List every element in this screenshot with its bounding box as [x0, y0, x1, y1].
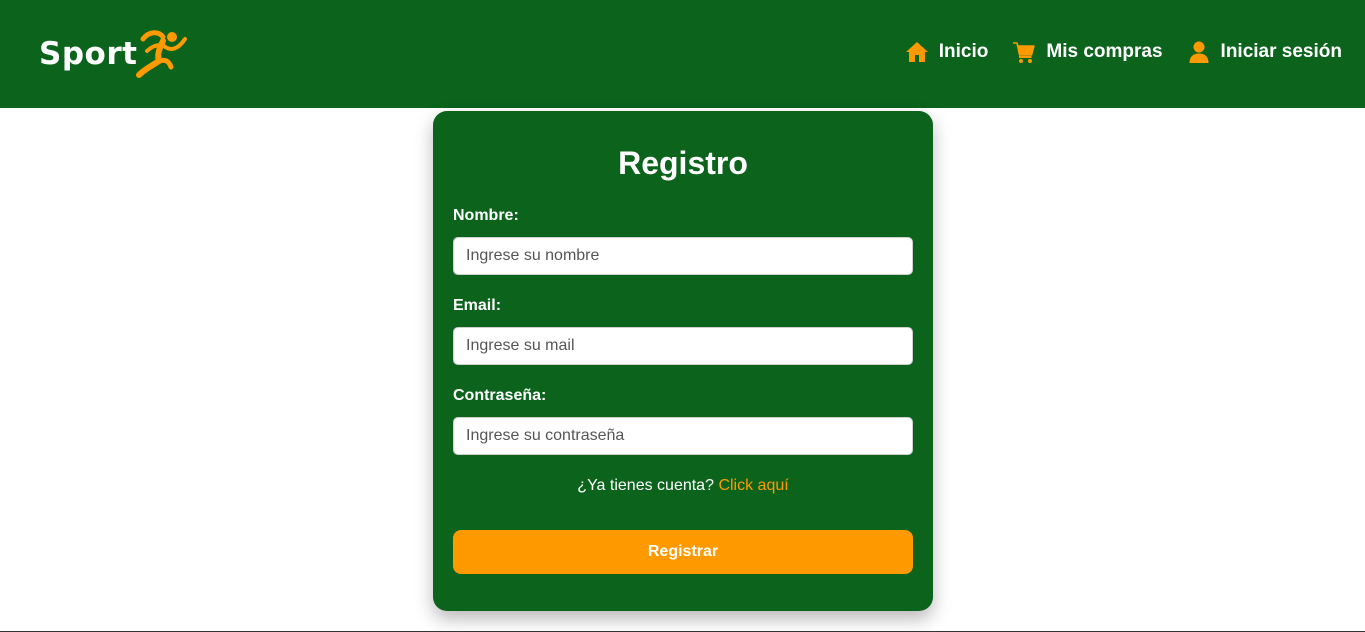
login-prompt-text: ¿Ya tienes cuenta? [577, 477, 714, 494]
nav-item-label: Mis compras [1046, 41, 1163, 62]
nav-item-inicio[interactable]: Inicio [905, 40, 989, 64]
page-title: Registro [618, 145, 748, 181]
top-header: Sport Inicio Mis compras Iniciar sesión [0, 0, 1365, 108]
home-icon [905, 42, 928, 62]
register-button[interactable]: Registrar [453, 530, 913, 574]
password-input[interactable] [453, 417, 913, 455]
register-card: Registro Nombre: Email: Contraseña: ¿Ya … [433, 111, 933, 611]
login-prompt: ¿Ya tienes cuenta? Click aquí [433, 477, 933, 495]
logo-text: Sport [39, 36, 138, 72]
site-logo[interactable]: Sport [39, 26, 189, 82]
login-link[interactable]: Click aquí [718, 477, 788, 494]
nav-item-iniciar-sesion[interactable]: Iniciar sesión [1187, 40, 1342, 64]
name-input[interactable] [453, 237, 913, 275]
nav-item-label: Inicio [938, 41, 989, 62]
user-icon [1189, 41, 1209, 63]
runner-icon [136, 30, 188, 78]
nav-item-mis-compras[interactable]: Mis compras [1012, 40, 1163, 64]
email-label: Email: [453, 297, 502, 314]
main-nav: Inicio Mis compras Iniciar sesión [881, 38, 1342, 66]
name-label: Nombre: [453, 207, 519, 224]
password-label: Contraseña: [453, 387, 547, 404]
email-input[interactable] [453, 327, 913, 365]
cart-icon [1013, 42, 1036, 63]
nav-item-label: Iniciar sesión [1220, 41, 1342, 62]
